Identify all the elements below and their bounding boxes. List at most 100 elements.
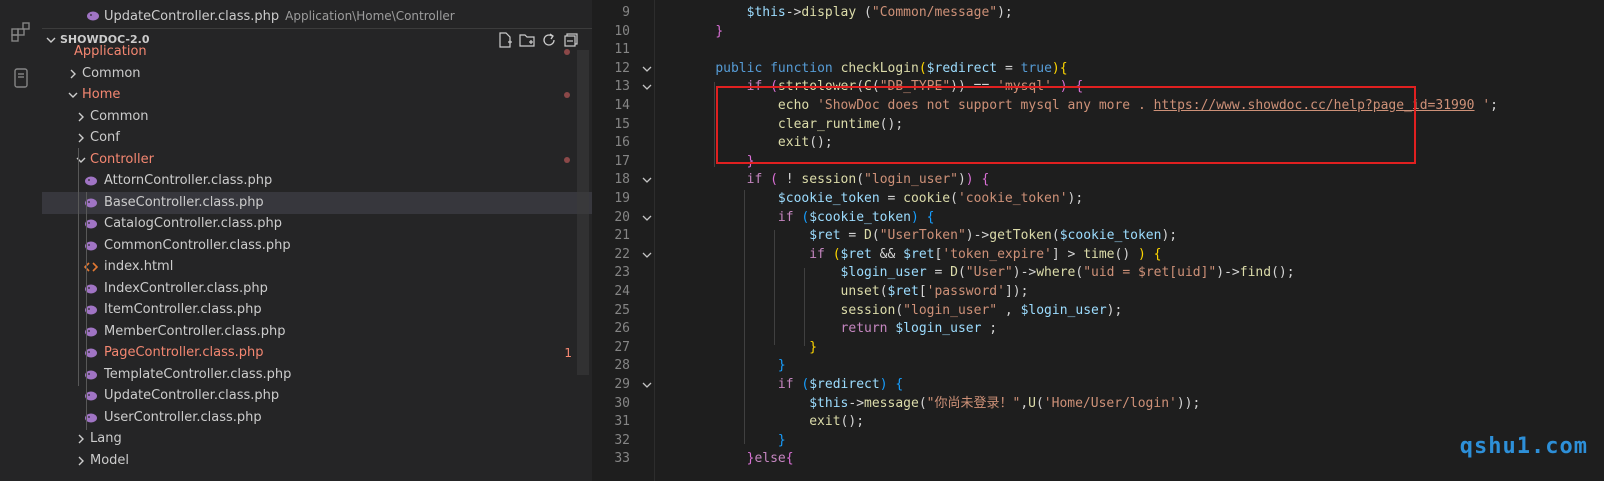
tree-folder[interactable]: Model	[42, 450, 592, 472]
sidebar-scrollbar[interactable]	[577, 50, 589, 375]
extensions-icon[interactable]	[9, 20, 33, 44]
code-line[interactable]: if ($redirect) {	[684, 376, 903, 394]
php-elephant-icon	[87, 11, 99, 21]
tree-item-label: Model	[90, 452, 130, 468]
tree-folder[interactable]: Lang	[42, 428, 592, 450]
line-number: 13	[614, 79, 630, 95]
tree-file[interactable]: CatalogController.class.php	[42, 213, 592, 235]
problem-count-badge: 1	[564, 346, 572, 360]
line-number: 25	[614, 302, 630, 318]
indent-guide	[78, 148, 79, 386]
code-line[interactable]: }	[684, 339, 817, 357]
line-number: 23	[614, 265, 630, 281]
tree-file[interactable]: CommonController.class.php	[42, 235, 592, 257]
code-line[interactable]: unset($ret['password']);	[684, 283, 1029, 301]
tree-file[interactable]: ItemController.class.php	[42, 299, 592, 321]
code-line[interactable]: if ($ret && $ret['token_expire'] > time(…	[684, 246, 1161, 264]
code-line[interactable]: $login_user = D("User")->where("uid = $r…	[684, 264, 1295, 282]
code-editor[interactable]: 9 $this->display ("Common/message"); 10 }…	[592, 0, 1604, 481]
tree-file[interactable]: TemplateController.class.php	[42, 364, 592, 386]
line-number: 11	[614, 42, 630, 58]
tree-folder[interactable]: Common	[42, 106, 592, 128]
tree-folder[interactable]: Controller	[42, 149, 592, 171]
code-indent-guide	[804, 268, 805, 346]
line-number: 27	[614, 339, 630, 355]
code-line[interactable]: if ($cookie_token) {	[684, 209, 935, 227]
line-number: 19	[614, 191, 630, 206]
problem-dot-icon	[564, 49, 570, 55]
line-number: 17	[614, 153, 630, 169]
code-indent-guide	[744, 396, 745, 444]
explorer-sidebar: UpdateController.class.php Application\Ho…	[42, 0, 592, 481]
line-number: 29	[614, 377, 630, 392]
line-number: 14	[614, 98, 630, 113]
fold-chevron-icon[interactable]	[642, 380, 652, 390]
line-number: 26	[614, 321, 630, 337]
tree-item-label: PageController.class.php	[104, 345, 264, 360]
open-editor-path: Application\Home\Controller	[285, 9, 455, 23]
remote-explorer-icon[interactable]	[9, 66, 33, 90]
code-line[interactable]: }else{	[684, 450, 794, 468]
code-line[interactable]: session("login_user" , $login_user);	[684, 302, 1123, 320]
code-line[interactable]: return $login_user ;	[684, 320, 998, 338]
tree-item-label: ItemController.class.php	[104, 302, 262, 317]
fold-chevron-icon[interactable]	[642, 82, 652, 92]
tree-item-label: CatalogController.class.php	[104, 216, 282, 231]
code-line[interactable]: $this->message("你尚未登录！",U('Home/User/log…	[684, 395, 1200, 413]
fold-chevron-icon[interactable]	[642, 250, 652, 260]
tree-item-label: Application	[74, 44, 147, 59]
code-line[interactable]: }	[684, 432, 786, 450]
tree-item-label: UpdateController.class.php	[104, 388, 280, 403]
open-editor-item[interactable]: UpdateController.class.php Application\Ho…	[42, 5, 592, 27]
tree-item-label: CommonController.class.php	[104, 237, 291, 253]
tree-file[interactable]: UserController.class.php	[42, 407, 592, 429]
line-number: 28	[614, 358, 630, 374]
php-elephant-icon	[85, 176, 97, 186]
tree-file[interactable]: UpdateController.class.php	[42, 385, 592, 407]
tree-file[interactable]: AttornController.class.php	[42, 170, 592, 192]
tree-folder[interactable]: Conf	[42, 127, 592, 149]
code-line[interactable]: }	[684, 23, 723, 41]
tree-file[interactable]: BaseController.class.php	[42, 191, 592, 214]
tree-item-label: UserController.class.php	[104, 409, 262, 425]
tree-file[interactable]: IndexController.class.php	[42, 278, 592, 300]
tree-file[interactable]: PageController.class.php 1	[42, 342, 592, 364]
code-line[interactable]: }	[684, 357, 786, 375]
annotation-highlight-box	[716, 86, 1416, 164]
tree-item-label: Lang	[90, 431, 122, 446]
code-line[interactable]: if ( ! session("login_user")) {	[684, 171, 990, 189]
tree-folder[interactable]: Home	[42, 84, 592, 106]
chevron-right-icon	[78, 112, 84, 121]
tree-item-label: index.html	[104, 259, 174, 274]
tree-file[interactable]: MemberController.class.php	[42, 321, 592, 343]
line-number: 30	[614, 395, 630, 411]
indent-guide	[86, 192, 87, 430]
tree-item-label: Common	[90, 108, 149, 124]
tree-item-label: AttornController.class.php	[104, 173, 273, 188]
line-number: 32	[614, 432, 630, 448]
tree-folder[interactable]: Application	[42, 41, 592, 63]
chevron-right-icon	[70, 69, 76, 78]
tree-item-label: Common	[82, 65, 141, 81]
fold-chevron-icon[interactable]	[642, 64, 652, 74]
code-indent-guide	[774, 230, 775, 345]
chevron-right-icon	[78, 456, 84, 465]
tree-file[interactable]: index.html	[42, 256, 592, 278]
code-line[interactable]: $this->display ("Common/message");	[684, 4, 1013, 22]
code-line[interactable]: public function checkLogin($redirect = t…	[684, 60, 1067, 78]
fold-chevron-icon[interactable]	[642, 175, 652, 185]
problem-dot-icon	[564, 92, 570, 98]
fold-chevron-icon[interactable]	[642, 213, 652, 223]
line-number: 9	[622, 5, 630, 20]
tree-item-label: TemplateController.class.php	[104, 366, 292, 382]
code-line[interactable]: exit();	[684, 413, 864, 431]
tree-item-label: IndexController.class.php	[104, 280, 268, 296]
line-number: 22	[614, 246, 630, 262]
open-editor-name: UpdateController.class.php	[104, 9, 280, 24]
code-line[interactable]: $ret = D("UserToken")->getToken($cookie_…	[684, 227, 1177, 245]
tree-folder[interactable]: Common	[42, 63, 592, 85]
code-indent-guide	[714, 82, 715, 167]
chevron-right-icon	[78, 133, 84, 143]
tree-item-label: Home	[82, 87, 121, 102]
line-number: 31	[614, 414, 630, 430]
